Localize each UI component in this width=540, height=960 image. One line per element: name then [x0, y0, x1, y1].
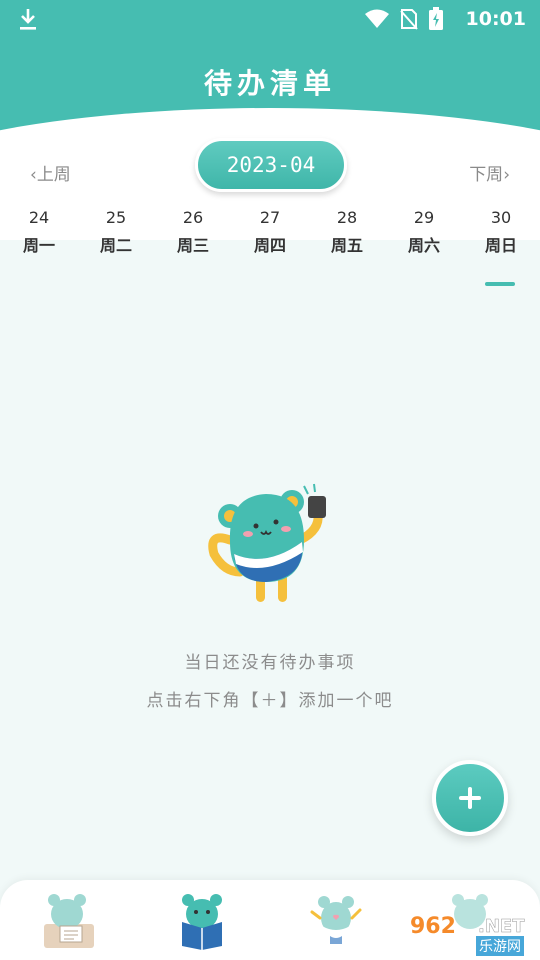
next-week-button[interactable]: 下周› [469, 160, 510, 185]
day-weekday: 周三 [176, 236, 209, 255]
day-number: 28 [336, 208, 358, 227]
chevron-right-icon: › [503, 165, 510, 185]
empty-state-title: 当日还没有待办事项 [184, 653, 356, 673]
day-item[interactable]: 27 周四 [240, 208, 300, 256]
plus-icon [459, 787, 481, 809]
next-week-label: 下周 [469, 165, 504, 185]
wifi-icon [365, 9, 389, 28]
day-weekday: 周四 [253, 236, 286, 255]
status-time: 10:01 [465, 8, 526, 30]
mascot-cheer-icon[interactable] [306, 888, 366, 952]
day-number: 29 [413, 208, 435, 227]
mascot-reading-icon[interactable] [172, 888, 232, 952]
watermark-brand: 962 [410, 914, 456, 939]
empty-state-hint: 点击右下角【＋】添加一个吧 [146, 691, 394, 711]
chevron-left-icon: ‹ [30, 165, 37, 185]
day-item[interactable]: 25 周二 [86, 208, 146, 256]
day-number: 25 [105, 208, 127, 227]
day-item[interactable]: 28 周五 [317, 208, 377, 256]
watermark-suffix: .NET [478, 916, 525, 938]
day-number: 26 [182, 208, 204, 227]
day-weekday: 周日 [484, 236, 517, 255]
add-todo-button[interactable] [432, 760, 508, 836]
day-number: 24 [28, 208, 50, 227]
day-item[interactable]: 26 周三 [163, 208, 223, 256]
day-weekday: 周一 [22, 236, 55, 255]
mascot-illustration [208, 483, 326, 602]
day-number: 30 [490, 208, 512, 227]
day-weekday: 周五 [330, 236, 363, 255]
month-selector[interactable]: 2023-04 [195, 138, 347, 192]
week-days: 24 周一 25 周二 26 周三 27 周四 28 周五 29 周六 30 周… [0, 208, 540, 268]
selected-day-indicator [485, 282, 515, 286]
day-number: 27 [259, 208, 281, 227]
prev-week-label: 上周 [36, 165, 71, 185]
page-title: 待办清单 [203, 67, 336, 100]
download-icon [20, 9, 36, 30]
watermark-logo: 962 .NET 乐游网 [400, 912, 536, 956]
day-item[interactable]: 24 周一 [9, 208, 69, 256]
day-weekday: 周六 [407, 236, 440, 255]
no-sim-icon [400, 9, 418, 30]
mascot-writing-icon[interactable] [40, 888, 100, 952]
day-item[interactable]: 29 周六 [394, 208, 454, 256]
prev-week-button[interactable]: ‹上周 [30, 160, 71, 185]
watermark-sub: 乐游网 [476, 936, 524, 956]
day-item-selected[interactable]: 30 周日 [471, 208, 531, 256]
status-bar: 10:01 [0, 0, 540, 38]
day-weekday: 周二 [99, 236, 132, 255]
battery-icon [429, 7, 443, 30]
